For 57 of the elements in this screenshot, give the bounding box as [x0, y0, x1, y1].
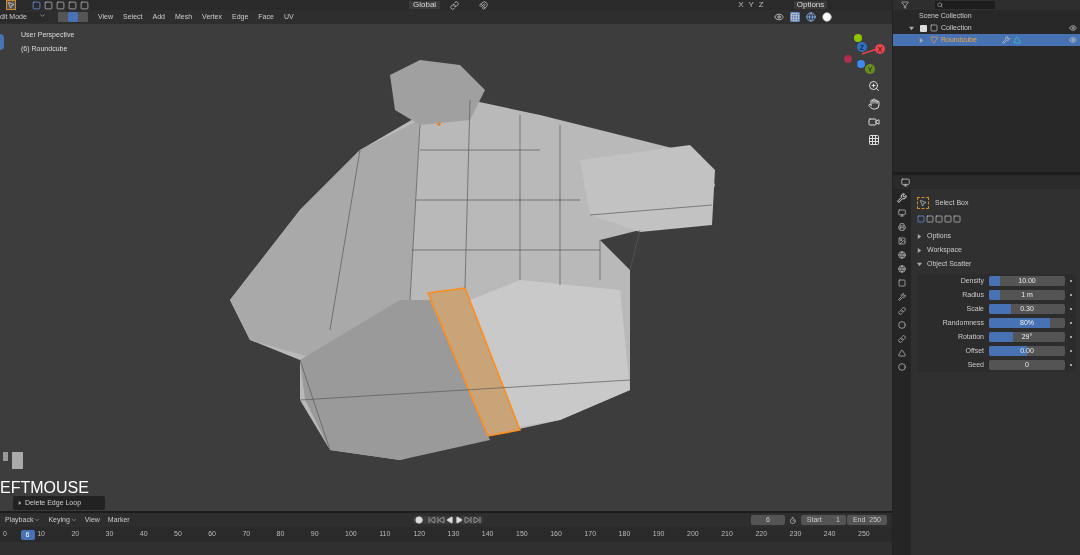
properties-tab-icon[interactable] [898, 321, 906, 329]
display-mode-icon[interactable] [901, 1, 909, 9]
editor-type-icon[interactable] [901, 177, 910, 187]
jump-end-icon[interactable] [472, 516, 481, 524]
properties-tab-icon[interactable] [898, 209, 906, 217]
mesh-data-icon [1012, 36, 1021, 44]
chevron-down-icon[interactable] [70, 517, 77, 523]
search-icon [937, 2, 943, 8]
toolbar-tab[interactable] [0, 34, 4, 50]
overlay-toggle-icon[interactable] [806, 12, 816, 22]
snap-icon[interactable] [479, 0, 489, 10]
properties-tab-icon[interactable] [898, 251, 906, 259]
axis-toggle[interactable]: X [738, 1, 744, 9]
hand-icon[interactable] [868, 98, 880, 110]
options-dropdown[interactable]: Options [793, 1, 828, 9]
link-icon[interactable] [450, 0, 460, 10]
grid-icon[interactable] [868, 134, 880, 146]
modifier-icon [1001, 36, 1010, 44]
record-icon[interactable] [414, 516, 423, 524]
select-mode-toggle[interactable] [58, 12, 68, 22]
gizmo-toggle-icon[interactable] [790, 12, 800, 22]
properties-tab-icon[interactable] [898, 265, 906, 273]
properties-tab-icon[interactable] [898, 279, 906, 287]
select-mode-toggle[interactable] [78, 12, 88, 22]
chevron-down-icon[interactable] [39, 11, 46, 19]
stopwatch-icon[interactable] [789, 515, 797, 525]
search-field[interactable] [935, 1, 995, 9]
select-mode-toggle[interactable] [68, 12, 78, 22]
visibility-icon[interactable] [1069, 24, 1077, 32]
mouse-button-icon [3, 452, 8, 461]
chevron-down-icon[interactable] [34, 517, 41, 523]
collection-icon [930, 24, 938, 32]
tool-tab-icon[interactable] [897, 193, 907, 203]
mouse-button-icon [12, 452, 23, 469]
expand-arrow-icon[interactable] [917, 261, 922, 267]
properties-tab-icon[interactable] [898, 293, 906, 301]
expand-arrow-icon[interactable] [917, 233, 922, 239]
properties-tab-icon[interactable] [898, 223, 906, 231]
zoom-icon[interactable] [868, 80, 880, 92]
expand-arrow-icon[interactable] [917, 247, 922, 253]
properties-tab-icon[interactable] [898, 335, 906, 343]
axis-toggle[interactable]: Z [758, 1, 764, 9]
visibility-icon[interactable] [774, 12, 784, 22]
select-box-icon[interactable] [917, 197, 929, 209]
properties-tab-icon[interactable] [898, 237, 906, 245]
checkbox[interactable] [920, 24, 927, 32]
orientation-dropdown[interactable]: Global [409, 1, 441, 9]
expand-arrow-icon[interactable] [18, 501, 22, 505]
key-overlay-text: EFTMOUSE [0, 480, 89, 496]
play-reverse-icon[interactable] [445, 516, 454, 524]
shading-icon[interactable] [822, 12, 832, 22]
jump-start-icon[interactable] [427, 516, 436, 524]
properties-tab-icon[interactable] [898, 307, 906, 315]
mesh-icon [930, 36, 938, 44]
axis-toggle[interactable]: Y [748, 1, 754, 9]
camera-icon[interactable] [868, 116, 880, 128]
play-icon[interactable] [454, 516, 463, 524]
